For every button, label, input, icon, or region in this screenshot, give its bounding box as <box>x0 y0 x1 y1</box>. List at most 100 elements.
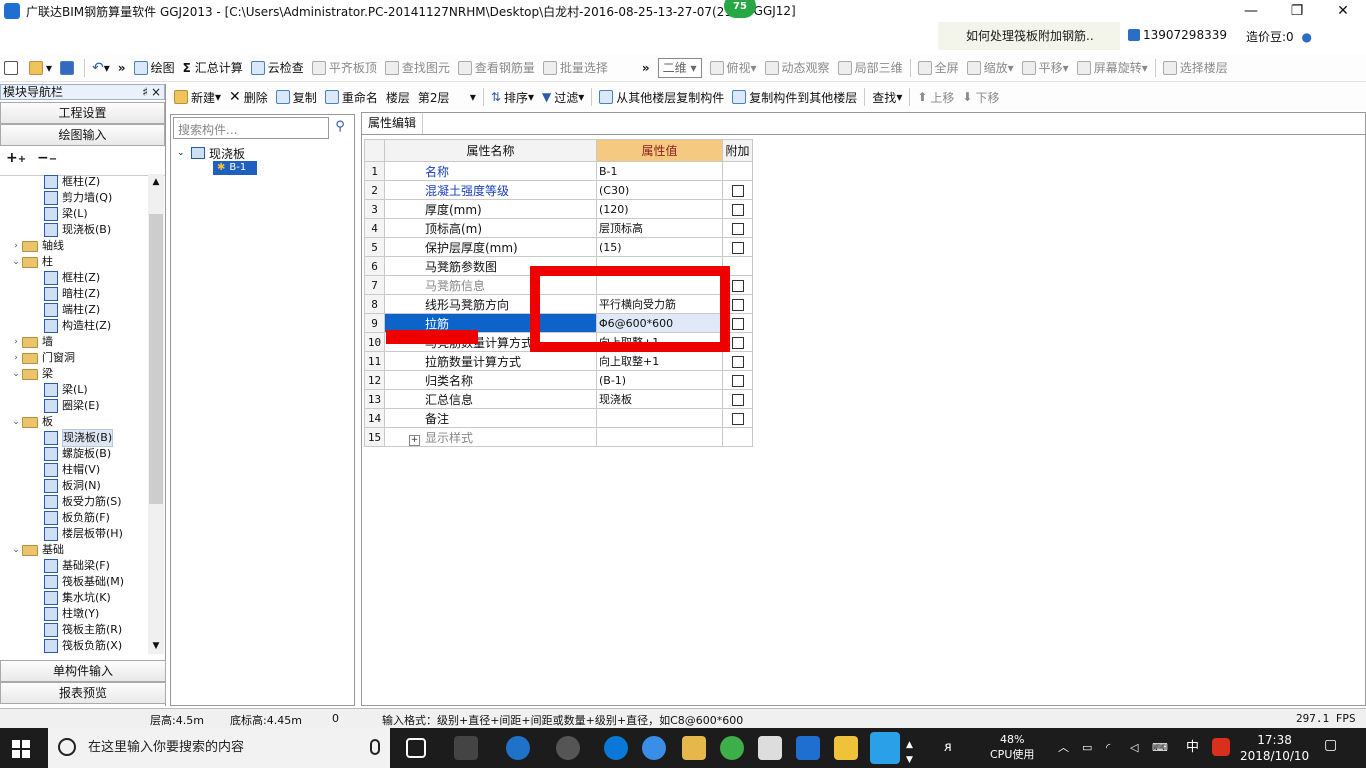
property-value[interactable]: 向上取整+1 <box>596 351 723 371</box>
collapse-arrow-icon[interactable]: ⌄ <box>177 148 191 158</box>
clock[interactable]: 17:38 2018/10/10 <box>1240 732 1309 764</box>
task-view-icon[interactable] <box>406 738 426 758</box>
top-view-button[interactable]: 俯视 ▾ <box>706 56 761 80</box>
nav-tree-item[interactable]: 板负筋(F) <box>0 510 148 526</box>
project-settings-button[interactable]: 工程设置 <box>0 102 165 124</box>
help-link[interactable]: 如何处理筏板附加钢筋.. <box>938 22 1120 50</box>
property-name[interactable]: 厚度(mm) <box>384 199 597 219</box>
nav-tree-item[interactable]: 集水坑(K) <box>0 590 148 606</box>
copy-from-other-floor-button[interactable]: 从其他楼层复制构件 <box>595 85 728 109</box>
copy-button[interactable]: 复制 <box>272 85 321 109</box>
tray-expand-icon[interactable]: ︿ <box>1058 740 1069 755</box>
property-row[interactable]: 13 汇总信息 现浇板 <box>364 389 753 409</box>
property-row[interactable]: 1 名称 B-1 <box>364 161 753 181</box>
tree-toggle-icon[interactable]: ⌄ <box>10 366 22 382</box>
flat-top-button[interactable]: 平齐板顶 <box>308 56 381 80</box>
property-row[interactable]: 15 + 显示样式 <box>364 427 753 447</box>
nav-tree-item[interactable]: 现浇板(B) <box>0 222 148 238</box>
toolbar-overflow[interactable]: » <box>114 56 130 80</box>
taskbar-search-box[interactable]: 在这里输入你要搜索的内容 <box>48 728 390 768</box>
nav-tree-item[interactable]: 圈梁(E) <box>0 398 148 414</box>
property-row[interactable]: 5 保护层厚度(mm) (15) <box>364 237 753 257</box>
nav-tree-item[interactable]: 梁(L) <box>0 206 148 222</box>
rename-button[interactable]: 重命名 <box>321 85 382 109</box>
extra-checkbox[interactable] <box>731 317 744 330</box>
scroll-down-icon[interactable]: ▼ <box>148 638 164 654</box>
extra-checkbox[interactable] <box>731 279 744 292</box>
scroll-thumb[interactable] <box>149 214 163 504</box>
zoom-button[interactable]: 缩放 ▾ <box>963 56 1018 80</box>
nav-tree-item[interactable]: 螺旋板(B) <box>0 446 148 462</box>
taskbar-scroll-icon[interactable]: ▲ ▼ <box>906 738 913 768</box>
windows-start-icon[interactable] <box>12 740 30 758</box>
nav-tree-folder[interactable]: › 墙 <box>0 334 148 350</box>
nav-tree-folder[interactable]: ⌄ 柱 <box>0 254 148 270</box>
nav-tree-item[interactable]: 现浇板(B) <box>0 429 148 447</box>
nav-tree-item[interactable]: 梁(L) <box>0 382 148 398</box>
extra-checkbox[interactable] <box>731 355 744 368</box>
nav-tree-folder[interactable]: › 轴线 <box>0 238 148 254</box>
nav-tree-item[interactable]: 构造柱(Z) <box>0 318 148 334</box>
nav-tree-item[interactable]: 框柱(Z) <box>0 174 148 190</box>
property-value[interactable]: 现浇板 <box>596 389 723 409</box>
mail-icon[interactable] <box>758 736 782 760</box>
property-row[interactable]: 4 顶标高(m) 层顶标高 <box>364 218 753 238</box>
draw-input-button[interactable]: 绘图输入 <box>0 124 165 146</box>
property-name[interactable]: 汇总信息 <box>384 389 597 409</box>
undo-button[interactable]: ↶ ▾ <box>88 56 114 80</box>
extra-checkbox[interactable] <box>731 222 744 235</box>
extra-checkbox[interactable] <box>731 336 744 349</box>
notes-icon[interactable] <box>834 736 858 760</box>
tree-toggle-icon[interactable]: › <box>10 238 22 254</box>
property-name[interactable]: 保护层厚度(mm) <box>384 237 597 257</box>
ie-browser-icon[interactable] <box>506 736 530 760</box>
property-name[interactable]: + 显示样式 <box>384 427 597 447</box>
nav-tree-folder[interactable]: ⌄ 板 <box>0 414 148 430</box>
tree-toggle-icon[interactable]: › <box>10 350 22 366</box>
property-value[interactable]: 平行横向受力筋 <box>596 294 723 314</box>
sogou-icon[interactable] <box>1212 738 1230 756</box>
property-row[interactable]: 12 归类名称 (B-1) <box>364 370 753 390</box>
property-value[interactable]: B-1 <box>596 161 723 181</box>
copy-to-other-floor-button[interactable]: 复制构件到其他楼层 <box>728 85 861 109</box>
nav-tree-folder[interactable]: › 门窗洞 <box>0 350 148 366</box>
property-name[interactable]: 混凝土强度等级 <box>384 180 597 200</box>
extra-checkbox[interactable] <box>731 412 744 425</box>
notification-badge[interactable]: 75 <box>724 0 756 18</box>
extra-checkbox[interactable] <box>731 393 744 406</box>
single-component-input-button[interactable]: 单构件输入 <box>0 660 166 682</box>
property-name[interactable]: 马凳筋信息 <box>384 275 597 295</box>
property-value[interactable]: (15) <box>596 237 723 257</box>
active-app-icon[interactable] <box>870 732 900 764</box>
property-name[interactable]: 马凳筋参数图 <box>384 256 597 276</box>
property-value[interactable]: 向上取整+1 <box>596 332 723 352</box>
open-button[interactable]: ▾ <box>25 56 56 80</box>
scroll-up-icon[interactable]: ▲ <box>148 174 164 190</box>
new-component-button[interactable]: 新建 ▾ <box>170 85 225 109</box>
battery-icon[interactable]: ▭ <box>1082 740 1092 755</box>
user-account[interactable]: 13907298339 <box>1128 28 1227 42</box>
cloud-check-button[interactable]: 云检查 <box>247 56 308 80</box>
property-value[interactable] <box>596 427 723 447</box>
file-explorer-icon[interactable] <box>682 736 706 760</box>
property-row[interactable]: 6 马凳筋参数图 <box>364 256 753 276</box>
nav-tree-item[interactable]: 端柱(Z) <box>0 302 148 318</box>
view-rebar-button[interactable]: 查看钢筋量 <box>454 56 539 80</box>
app-green-icon[interactable] <box>720 736 744 760</box>
find-element-button[interactable]: 查找图元 <box>381 56 454 80</box>
nav-tree-item[interactable]: 剪力墙(Q) <box>0 190 148 206</box>
tree-toggle-icon[interactable]: ⌄ <box>10 414 22 430</box>
nav-tree-item[interactable]: 柱帽(V) <box>0 462 148 478</box>
floor-select[interactable]: 第2层 ▾ <box>414 85 480 109</box>
extra-checkbox[interactable] <box>731 203 744 216</box>
property-name[interactable]: 归类名称 <box>384 370 597 390</box>
close-panel-icon[interactable]: × <box>151 85 161 99</box>
report-preview-button[interactable]: 报表预览 <box>0 682 166 704</box>
property-name[interactable]: 线形马凳筋方向 <box>384 294 597 314</box>
local-3d-button[interactable]: 局部三维 <box>834 56 907 80</box>
property-value[interactable]: (B-1) <box>596 370 723 390</box>
nav-tree-item[interactable]: 板受力筋(S) <box>0 494 148 510</box>
property-value[interactable]: (C30) <box>596 180 723 200</box>
extra-checkbox[interactable] <box>731 298 744 311</box>
property-value[interactable]: 层顶标高 <box>596 218 723 238</box>
